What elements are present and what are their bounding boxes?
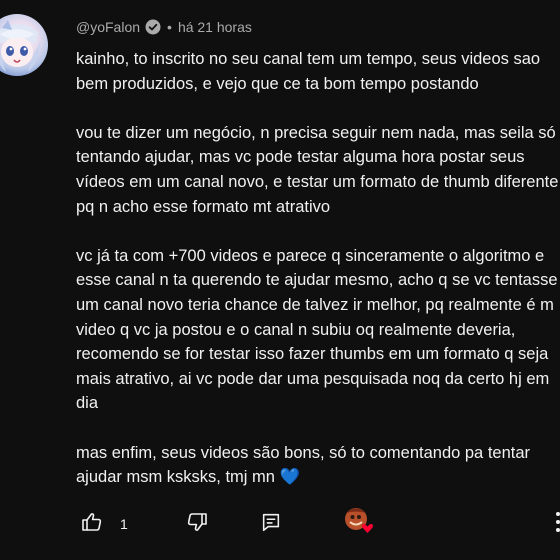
comment-line: vc já ta com +700 videos e parece q sinc… xyxy=(76,246,545,265)
comment-line: kainho, to inscrito no seu canal tem um … xyxy=(76,50,541,68)
comment-actions: 1 xyxy=(76,508,560,540)
comment-line: dia xyxy=(76,394,99,413)
comment-paragraph: vc já ta com +700 videos e parece q sinc… xyxy=(76,244,560,416)
thumbs-up-icon xyxy=(80,510,104,539)
reply-button[interactable] xyxy=(254,511,288,538)
comment-line: pq n acho esse formato mt atrativo xyxy=(76,197,331,216)
dislike-button[interactable] xyxy=(180,510,214,539)
comment-line: video q vc ja postou e o canal n subiu o… xyxy=(76,320,516,339)
thumbs-down-icon xyxy=(185,510,209,539)
comment-paragraph: vou te dizer um negócio, n precisa segui… xyxy=(76,121,560,219)
reply-comment-icon xyxy=(260,511,282,538)
comment-line: mais atrativo, ai vc pode dar uma pesqui… xyxy=(76,369,550,388)
more-vertical-icon xyxy=(555,511,560,538)
comment-paragraph: mas enfim, seus videos são bons, só to c… xyxy=(76,441,560,490)
comment-header: @yoFalon • há 21 horas xyxy=(76,17,252,37)
author-name[interactable]: @yoFalon xyxy=(76,19,140,35)
comment-line: recomendo se for testar isso fazer thumb… xyxy=(76,345,549,364)
comment-paragraph: kainho, to inscrito no seu canal tem um … xyxy=(76,47,560,96)
comment-line: tentando ajudar, mas vc pode testar algu… xyxy=(76,148,525,167)
comment-timestamp[interactable]: há 21 horas xyxy=(178,19,252,35)
comment-line: um canal novo teria chance de talvez ir … xyxy=(76,295,554,314)
comment-line: ajudar msm ksksks, tmj mn 💙 xyxy=(76,468,301,487)
like-button[interactable] xyxy=(80,510,120,539)
more-options-button[interactable] xyxy=(552,510,560,538)
comment-line: esse canal n ta querendo te ajudar mesmo… xyxy=(76,271,558,290)
comment-line: vou te dizer um negócio, n precisa segui… xyxy=(76,123,556,142)
verified-check-icon xyxy=(145,19,161,35)
like-count: 1 xyxy=(120,516,128,532)
creator-heart-icon xyxy=(342,504,376,538)
comment-body: kainho, to inscrito no seu canal tem um … xyxy=(76,47,560,490)
meta-separator: • xyxy=(167,19,172,35)
comment-line: vídeos em um canal novo, e testar um for… xyxy=(76,172,559,191)
comment-line: mas enfim, seus videos são bons, só to c… xyxy=(76,443,531,462)
author-avatar[interactable] xyxy=(0,14,48,76)
comment-line: bem produzidos, e vejo que ce ta bom tem… xyxy=(76,74,479,93)
